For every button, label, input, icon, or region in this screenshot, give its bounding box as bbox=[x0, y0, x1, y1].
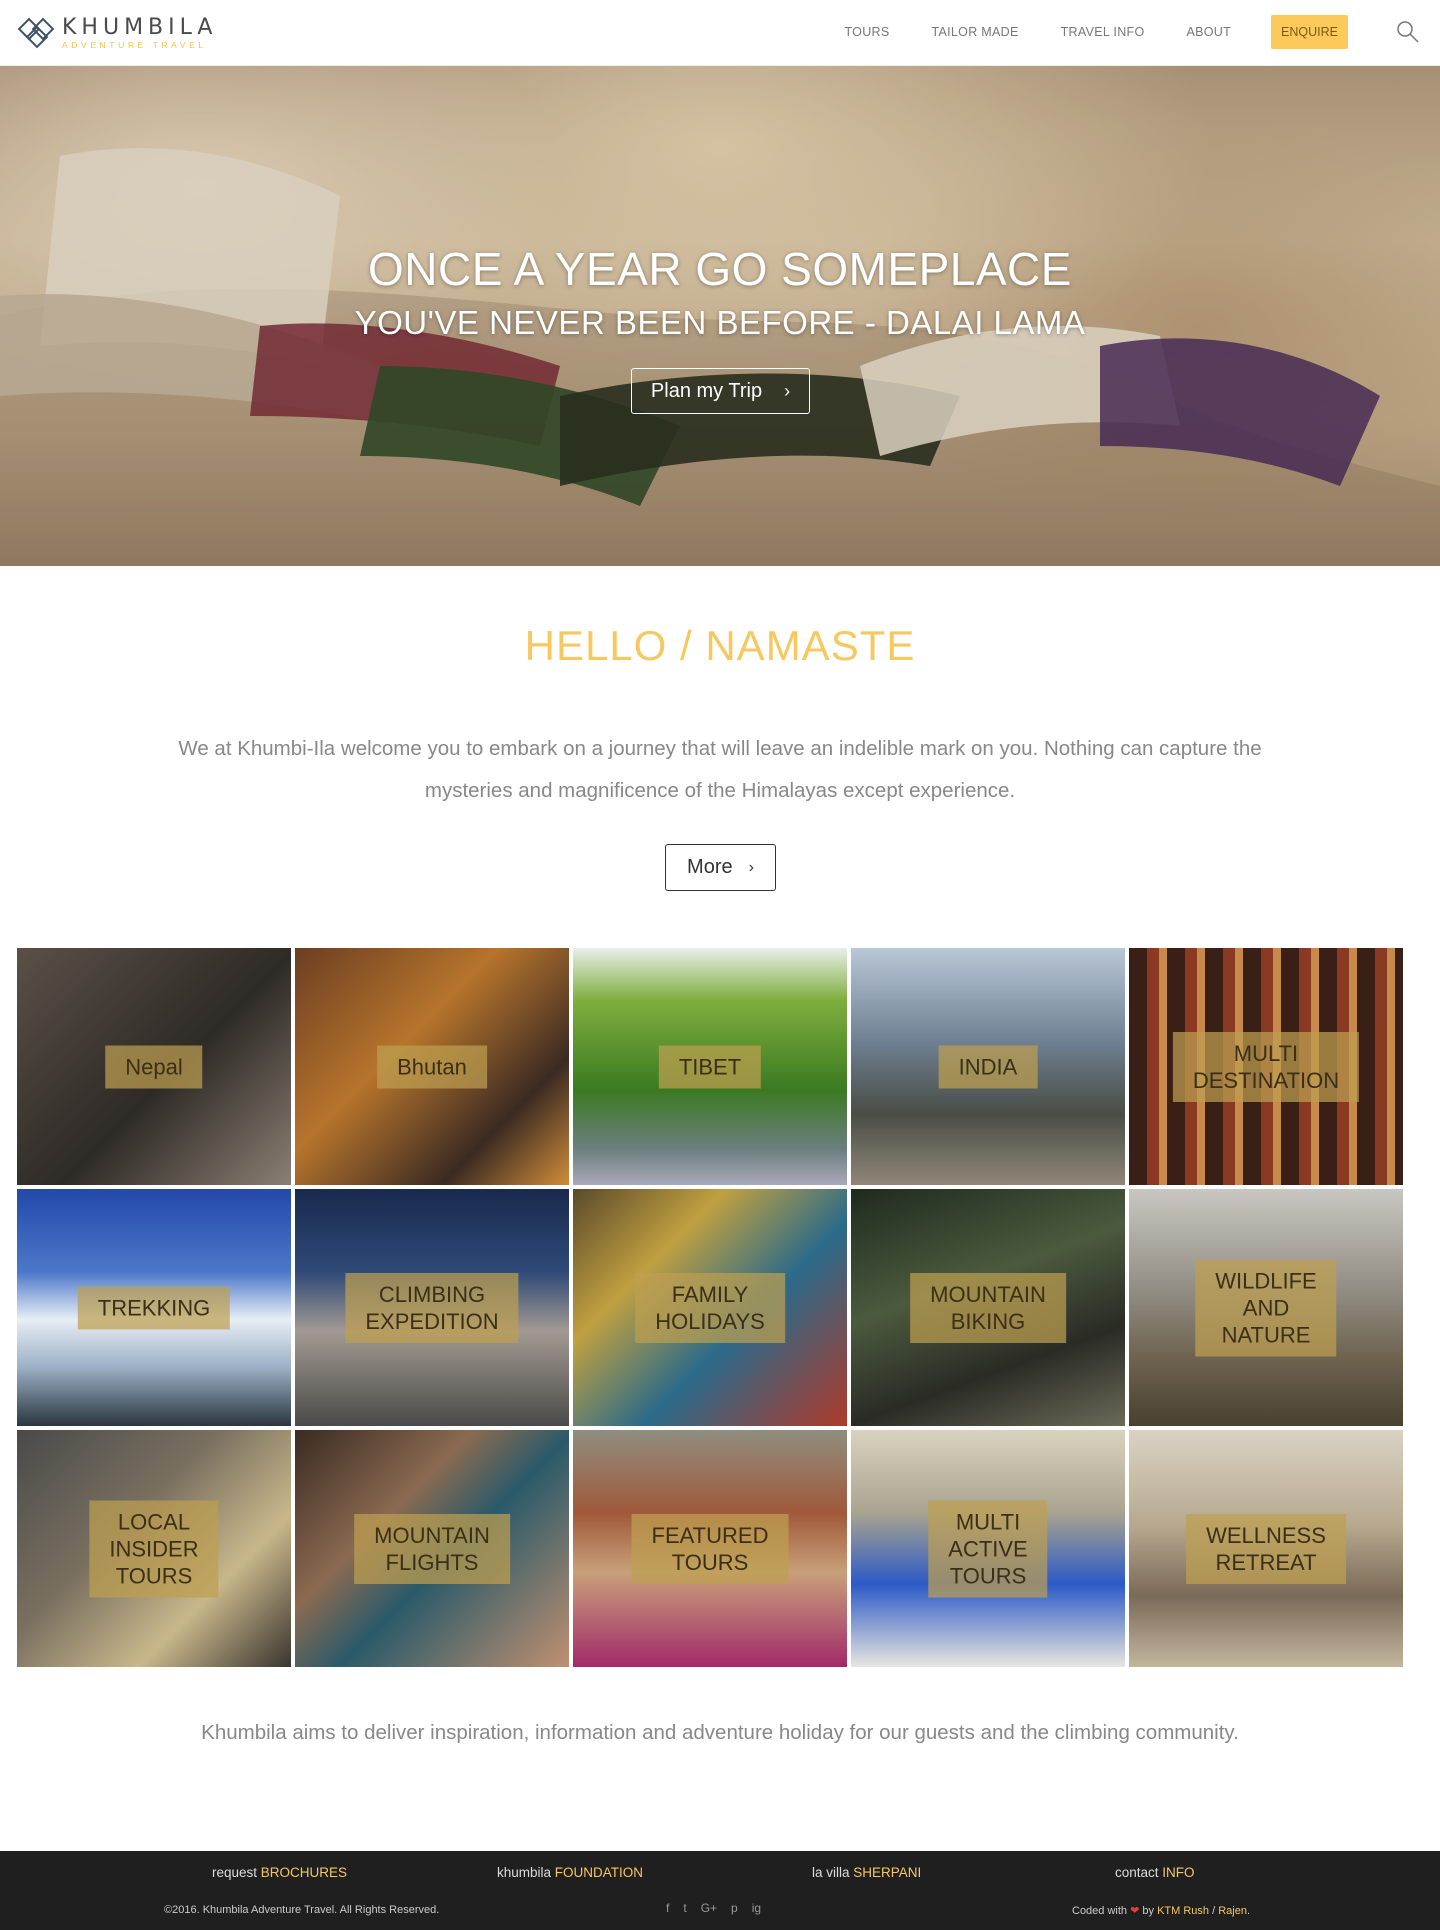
tile-multi-active-tours[interactable]: MULTI ACTIVE TOURS bbox=[851, 1430, 1125, 1667]
tile-mountain-biking[interactable]: MOUNTAIN BIKING bbox=[851, 1189, 1125, 1426]
tile-label: MOUNTAIN BIKING bbox=[910, 1272, 1066, 1343]
tile-label: INDIA bbox=[938, 1045, 1038, 1088]
tile-label: Nepal bbox=[105, 1045, 203, 1088]
chevron-right-icon: › bbox=[784, 380, 791, 401]
credit-prefix: Coded with bbox=[1072, 1905, 1128, 1917]
tile-multi-destination[interactable]: MULTI DESTINATION bbox=[1129, 948, 1403, 1185]
tile-climbing-expedition[interactable]: CLIMBING EXPEDITION bbox=[295, 1189, 569, 1426]
footer-link-brochures[interactable]: request BROCHURES bbox=[212, 1865, 347, 1880]
credit: Coded with ❤ by KTM Rush / Rajen. bbox=[1072, 1904, 1250, 1917]
instagram-icon[interactable]: ig bbox=[752, 1901, 761, 1915]
site-footer: request BROCHURES khumbila FOUNDATION la… bbox=[0, 1851, 1440, 1930]
footer-link-prefix: la villa bbox=[812, 1865, 850, 1880]
footer-link-contact[interactable]: contact INFO bbox=[1115, 1865, 1195, 1880]
hero-title: ONCE A YEAR GO SOMEPLACE bbox=[368, 243, 1072, 295]
tile-label: TREKKING bbox=[77, 1286, 231, 1329]
intro-title: HELLO / NAMASTE bbox=[524, 622, 916, 669]
nav-item-travel-info[interactable]: TRAVEL INFO bbox=[1061, 25, 1145, 39]
tile-label: MOUNTAIN FLIGHTS bbox=[354, 1513, 510, 1584]
logo-knot-icon bbox=[17, 17, 55, 49]
copyright: ©2016. Khumbila Adventure Travel. All Ri… bbox=[164, 1904, 440, 1916]
tile-nepal[interactable]: Nepal bbox=[17, 948, 291, 1185]
tile-family-holidays[interactable]: FAMILY HOLIDAYS bbox=[573, 1189, 847, 1426]
hero-subtitle: YOU'VE NEVER BEEN BEFORE - DALAI LAMA bbox=[354, 304, 1086, 341]
facebook-icon[interactable]: f bbox=[666, 1901, 669, 1915]
nav-item-about[interactable]: ABOUT bbox=[1186, 25, 1231, 39]
tile-mountain-flights[interactable]: MOUNTAIN FLIGHTS bbox=[295, 1430, 569, 1667]
enquire-button[interactable]: ENQUIRE bbox=[1271, 15, 1348, 49]
tile-label: MULTI ACTIVE TOURS bbox=[928, 1500, 1048, 1597]
footer-link-prefix: request bbox=[212, 1865, 258, 1880]
logo-tagline: ADVENTURE TRAVEL bbox=[62, 40, 207, 50]
outro-text: Khumbila aims to deliver inspiration, in… bbox=[201, 1721, 1239, 1744]
footer-link-highlight: INFO bbox=[1162, 1865, 1195, 1880]
credit-end: . bbox=[1246, 1905, 1251, 1917]
hero-banner: ONCE A YEAR GO SOMEPLACE YOU'VE NEVER BE… bbox=[0, 66, 1440, 566]
tile-label: FEATURED TOURS bbox=[631, 1513, 789, 1584]
search-icon[interactable] bbox=[1396, 20, 1420, 44]
tile-trekking[interactable]: TREKKING bbox=[17, 1189, 291, 1426]
twitter-icon[interactable]: t bbox=[683, 1901, 686, 1915]
intro-text: We at Khumbi-Ila welcome you to embark o… bbox=[178, 737, 1262, 802]
heart-icon: ❤ bbox=[1130, 1905, 1140, 1917]
credit-by: by bbox=[1142, 1905, 1155, 1917]
plan-my-trip-label: Plan my Trip bbox=[650, 379, 763, 402]
credit-author-link[interactable]: Rajen bbox=[1218, 1905, 1247, 1917]
tile-wellness-retreat[interactable]: WELLNESS RETREAT bbox=[1129, 1430, 1403, 1667]
tile-featured-tours[interactable]: FEATURED TOURS bbox=[573, 1430, 847, 1667]
tile-label: WELLNESS RETREAT bbox=[1186, 1513, 1346, 1584]
tile-label: FAMILY HOLIDAYS bbox=[635, 1272, 785, 1343]
tile-label: MULTI DESTINATION bbox=[1172, 1031, 1360, 1102]
credit-separator: / bbox=[1212, 1905, 1216, 1917]
google-plus-icon[interactable]: G+ bbox=[701, 1901, 717, 1915]
nav-item-tailor-made[interactable]: TAILOR MADE bbox=[932, 25, 1019, 39]
tile-local-insider-tours[interactable]: LOCAL INSIDER TOURS bbox=[17, 1430, 291, 1667]
chevron-right-icon: › bbox=[748, 858, 754, 876]
footer-link-highlight: BROCHURES bbox=[260, 1865, 348, 1880]
more-label: More bbox=[687, 856, 733, 878]
main-nav: TOURS TAILOR MADE TRAVEL INFO ABOUT ENQU… bbox=[802, 14, 1440, 50]
footer-link-prefix: contact bbox=[1115, 1865, 1159, 1880]
site-header: KHUMBILA ADVENTURE TRAVEL TOURS TAILOR M… bbox=[0, 0, 1440, 66]
tile-label: CLIMBING EXPEDITION bbox=[345, 1272, 519, 1343]
footer-link-prefix: khumbila bbox=[497, 1865, 552, 1880]
tile-label: TIBET bbox=[658, 1045, 762, 1088]
tile-bhutan[interactable]: Bhutan bbox=[295, 948, 569, 1185]
pinterest-icon[interactable]: p bbox=[731, 1901, 738, 1915]
logo[interactable]: KHUMBILA ADVENTURE TRAVEL bbox=[16, 14, 217, 54]
tile-label: LOCAL INSIDER TOURS bbox=[89, 1500, 219, 1597]
destination-grid: Nepal Bhutan TIBET INDIA MULTI DESTINATIO… bbox=[17, 948, 1407, 1670]
nav-item-tours[interactable]: TOURS bbox=[844, 25, 889, 39]
plan-my-trip-button[interactable]: Plan my Trip › bbox=[631, 368, 810, 414]
tile-tibet[interactable]: TIBET bbox=[573, 948, 847, 1185]
tile-india[interactable]: INDIA bbox=[851, 948, 1125, 1185]
tile-wildlife-and-nature[interactable]: WILDLIFE AND NATURE bbox=[1129, 1189, 1403, 1426]
footer-link-highlight: FOUNDATION bbox=[554, 1865, 644, 1880]
footer-link-foundation[interactable]: khumbila FOUNDATION bbox=[497, 1865, 643, 1880]
footer-link-highlight: SHERPANI bbox=[853, 1865, 922, 1880]
tile-label: WILDLIFE AND NATURE bbox=[1195, 1259, 1337, 1356]
credit-author-link[interactable]: KTM Rush bbox=[1157, 1905, 1209, 1917]
footer-link-sherpani[interactable]: la villa SHERPANI bbox=[812, 1865, 921, 1880]
tile-label: Bhutan bbox=[377, 1045, 487, 1088]
social-links: f t G+ p ig bbox=[666, 1901, 775, 1915]
logo-text: KHUMBILA ADVENTURE TRAVEL bbox=[62, 17, 217, 51]
logo-name: KHUMBILA bbox=[62, 15, 218, 40]
more-button[interactable]: More › bbox=[665, 844, 776, 891]
